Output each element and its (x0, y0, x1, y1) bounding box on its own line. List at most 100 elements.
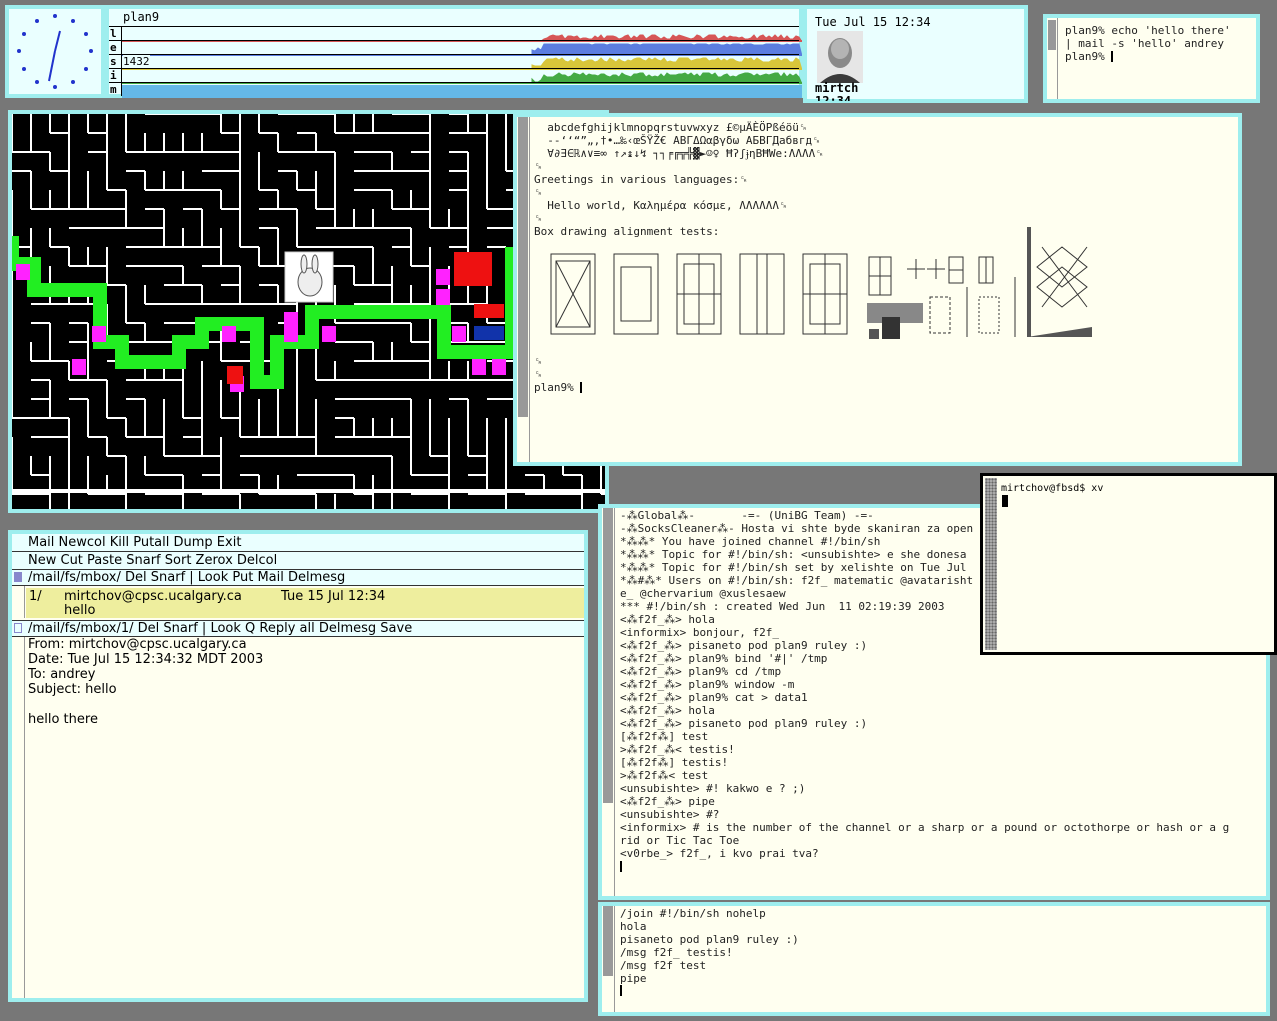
scrollbar[interactable] (602, 508, 615, 896)
acme-win2-tag-text[interactable]: /mail/fs/mbox/1/ Del Snarf | Look Q Repl… (28, 621, 412, 636)
text-cursor (1002, 495, 1008, 507)
maze-wall-highlight (227, 366, 243, 384)
scrollbar[interactable] (985, 478, 997, 650)
acme-win1-tag-text[interactable]: /mail/fs/mbox/ Del Snarf | Look Put Mail… (28, 570, 345, 585)
text-cursor (580, 382, 583, 393)
scrollbar[interactable] (602, 906, 615, 1012)
fonttest-line: ␍ (534, 186, 543, 199)
stats-row-s: s 1432 (109, 54, 803, 71)
stats-label: m (110, 83, 117, 96)
message-line: Date: Tue Jul 15 12:34:32 MDT 2003 (28, 652, 264, 667)
acme-tag-text[interactable]: Mail Newcol Kill Putall Dump Exit (28, 535, 241, 550)
maze-visited-cell (436, 289, 450, 305)
maze-visited-cell (322, 326, 336, 342)
stats-label: s (110, 55, 117, 68)
irc-input-line: pipe (620, 972, 647, 985)
irc-line: rid or Tic Tac Toe (620, 834, 740, 847)
scrollbar[interactable] (1047, 18, 1058, 99)
irc-line: <unsubishte> #? (620, 808, 720, 821)
irc-input-line: pisaneto pod plan9 ruley :) (620, 933, 799, 946)
stats-row-l: l (109, 26, 803, 43)
irc-line: <⁂f2f_⁂> pisaneto pod plan9 ruley :) (620, 717, 868, 730)
clock-face (17, 14, 93, 89)
maze-wall-highlight (454, 252, 492, 286)
irc-line: <⁂f2f_⁂> plan9% cd /tmp (620, 665, 782, 678)
fonttest-line: ␍ (534, 355, 543, 368)
user-avatar[interactable] (817, 31, 863, 83)
stats-label: l (110, 27, 117, 40)
maze-wall-highlight (474, 304, 504, 318)
maze-visited-cell (436, 269, 450, 285)
acme-mbox-body[interactable]: 1/ mirtchov@cpsc.ucalgary.ca Tue 15 Jul … (12, 586, 584, 618)
irc-line: <⁂f2f_⁂> hola (620, 704, 715, 717)
clock-hour-hand (54, 30, 61, 52)
acme-selected-message[interactable]: 1/ mirtchov@cpsc.ucalgary.ca Tue 15 Jul … (26, 588, 584, 618)
maze-visited-cell (16, 264, 30, 280)
faces-time: 12:34 (815, 95, 851, 101)
clock-window[interactable] (5, 5, 105, 98)
message-line: From: mirtchov@cpsc.ucalgary.ca (28, 637, 247, 652)
message-line (28, 697, 263, 712)
stats-label: e (110, 41, 117, 54)
fonttest-line: abcdefghijklmnopqrstuvwxyz £©µÄÈÖPßéöü␍ (534, 121, 808, 134)
xterm-window[interactable]: mirtchov@fbsd$ xv (980, 473, 1277, 655)
irc-line: <unsubishte> #! kakwo e ? ;) (620, 782, 806, 795)
text-cursor (620, 861, 622, 872)
scrollbar[interactable] (517, 117, 530, 462)
message-date: Tue 15 Jul 12:34 (281, 589, 386, 604)
maze-visited-cell (72, 359, 86, 375)
text-cursor (620, 985, 622, 996)
fonttest-line: ␍ (534, 160, 543, 173)
message-line: hello there (28, 712, 98, 727)
acme-mbox-tag[interactable]: /mail/fs/mbox/ Del Snarf | Look Put Mail… (12, 570, 584, 586)
stats-window[interactable]: plan9 l e s 1432 i m (105, 5, 803, 98)
acme-coltag-text[interactable]: New Cut Paste Snarf Sort Zerox Delcol (28, 553, 277, 568)
maze-visited-cell (222, 326, 236, 342)
faces-user: mirtch (815, 81, 859, 95)
irc-line: <⁂f2f_⁂> plan9% cat > data1 (620, 691, 808, 704)
acme-message-body[interactable]: From: mirtchov@cpsc.ucalgary.ca Date: Tu… (12, 637, 584, 998)
irc-line: >⁂f2f⁂< test (620, 769, 709, 782)
acme-window[interactable]: Mail Newcol Kill Putall Dump Exit New Cu… (8, 530, 588, 1002)
irc-line: <⁂f2f_⁂> pipe (620, 795, 715, 808)
acme-message-tag[interactable]: /mail/fs/mbox/1/ Del Snarf | Look Q Repl… (12, 620, 584, 637)
maze-visited-cell (284, 312, 298, 328)
message-number: 1/ (29, 589, 42, 604)
irc-line: >⁂f2f_⁂< testis! (620, 743, 735, 756)
acme-column-tag[interactable]: New Cut Paste Snarf Sort Zerox Delcol (12, 552, 584, 570)
text-cursor (1111, 51, 1114, 62)
irc-line: <informix> # is the number of the channe… (620, 821, 1230, 834)
irc-input-line: /join #!/bin/sh nohelp (620, 907, 766, 920)
fonttest-line: ∀∂∃∈ℝ∧∨≡∞ ↑↗↨↓↯ ┐┐╒╔╦╬▓►☺♀ ĦʔʃɉƞBĦWe:ɅɅɅ… (534, 147, 825, 160)
irc-input-window[interactable]: /join #!/bin/sh nohelp hola pisaneto pod… (598, 902, 1270, 1016)
fonttest-line: ␍ (534, 368, 543, 381)
terminal-line: | mail -s 'hello' andrey (1065, 37, 1224, 50)
maze-visited-cell (492, 359, 506, 375)
clock-minute-hand (48, 50, 56, 82)
maze-visited-cell (284, 326, 298, 342)
fonttest-window[interactable]: abcdefghijklmnopqrstuvwxyz £©µÄÈÖPßéöü␍ … (513, 113, 1242, 466)
stats-row-e: e (109, 40, 803, 57)
irc-input-line: hola (620, 920, 647, 933)
faces-window[interactable]: Tue Jul 15 12:34 mirtch 12:34 (803, 5, 1028, 103)
message-from: mirtchov@cpsc.ucalgary.ca (64, 589, 242, 604)
glenda-bunny-icon (284, 251, 334, 303)
terminal-line: plan9% echo 'hello there' (1065, 24, 1231, 37)
fonttest-line: Hello world, Καλημέρα κόσμε, ɅɅɅɅɅɅ␍ (534, 199, 788, 212)
message-line: To: andrey (28, 667, 96, 682)
irc-input-line: /msg f2f test (620, 959, 707, 972)
terminal-small-window[interactable]: plan9% echo 'hello there' | mail -s 'hel… (1043, 14, 1260, 103)
window-box-icon[interactable] (14, 572, 22, 582)
fonttest-line: --‘‘“”„,†•…‰‹œŠŸŽ€ ΑΒΓΔΩαβγδω АБВГДабвгд… (534, 134, 821, 147)
stats-graph (122, 85, 802, 98)
maze-visited-cell (92, 326, 106, 342)
terminal-prompt: plan9% (534, 381, 581, 394)
stats-label: i (110, 69, 117, 82)
irc-line: <⁂f2f_⁂> plan9% window -m (620, 678, 795, 691)
box-drawing-samples (550, 227, 1092, 339)
acme-main-tag[interactable]: Mail Newcol Kill Putall Dump Exit (12, 534, 584, 552)
irc-line: [⁂f2f⁂] testis! (620, 756, 729, 769)
message-subject: hello (64, 603, 96, 618)
irc-input-line: /msg f2f_ testis! (620, 946, 733, 959)
window-box-icon[interactable] (14, 623, 22, 633)
